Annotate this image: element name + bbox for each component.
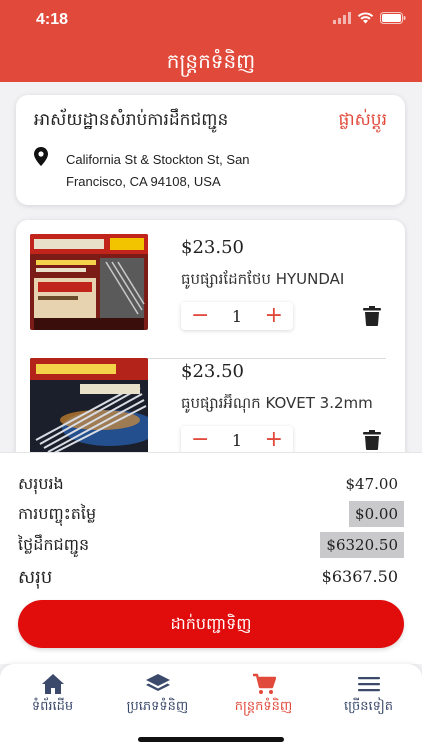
subtotal-label: សរុបរង: [18, 474, 64, 493]
tab-label: ទំព័រដើម: [31, 699, 74, 714]
wifi-icon: [357, 12, 374, 24]
delivery-value: $6320.50: [320, 532, 404, 558]
change-address-button[interactable]: ផ្លាស់ប្តូរ: [338, 109, 387, 134]
app-header: 4:18 កន្ត្រកទំនិញ: [0, 0, 422, 82]
total-row: សរុប $6367.50: [18, 563, 404, 591]
subtotal-value: $47.00: [345, 475, 399, 493]
quantity-value: 1: [231, 306, 243, 326]
address-line-1: California St & Stockton St, San: [66, 152, 250, 167]
quantity-stepper: − 1 +: [181, 302, 293, 330]
item-price: $23.50: [181, 237, 244, 258]
discount-value: $0.00: [349, 501, 404, 527]
trash-icon[interactable]: [363, 430, 381, 450]
status-bar: 4:18: [0, 0, 422, 40]
product-image[interactable]: [30, 358, 148, 454]
item-name: ធូបផ្សារដែកថែប HYUNDAI: [181, 270, 345, 288]
tab-label: ច្រើនទៀត: [343, 699, 393, 714]
tab-label: កន្ត្រកទំនិញ: [234, 699, 293, 714]
decrease-quantity-button[interactable]: −: [191, 305, 209, 327]
tab-home[interactable]: ទំព័រដើម: [0, 672, 105, 722]
menu-icon: [357, 677, 380, 692]
quantity-stepper: − 1 +: [181, 426, 293, 454]
address-line-2: Francisco, CA 94108, USA: [66, 174, 221, 189]
subtotal-row: សរុបរង $47.00: [18, 471, 404, 499]
place-order-button[interactable]: ដាក់បញ្ជាទិញ: [18, 600, 404, 648]
layers-icon: [145, 674, 170, 691]
shipping-address-text: California St & Stockton St, San Francis…: [66, 149, 296, 193]
tab-cart[interactable]: កន្ត្រកទំនិញ: [211, 672, 316, 722]
status-icons: [333, 12, 406, 24]
signal-icon: [333, 12, 351, 24]
tab-more[interactable]: ច្រើនទៀត: [316, 672, 421, 722]
shipping-address-title: អាស័យដ្ឋានសំរាប់ការដឹកជញ្ជូន: [34, 110, 229, 130]
cart-items-list: $23.50 ធូបផ្សារដែកថែប HYUNDAI − 1 + $23.…: [16, 220, 405, 480]
item-name: ធូបផ្សារអ៊ីណុក KOVET 3.2mm: [181, 394, 373, 412]
delivery-label: ថ្លៃដឹកជញ្ជូន: [18, 535, 90, 554]
increase-quantity-button[interactable]: +: [265, 429, 283, 451]
shipping-address-card: អាស័យដ្ឋានសំរាប់ការដឹកជញ្ជូន ផ្លាស់ប្តូរ…: [16, 95, 405, 205]
location-pin-icon: [34, 147, 48, 166]
item-price: $23.50: [181, 361, 244, 382]
home-indicator: [138, 737, 284, 742]
tab-categories[interactable]: ប្រភេទទំនិញ: [105, 672, 210, 722]
discount-label: ការបញ្ចុះតម្លៃ: [18, 504, 97, 523]
battery-icon: [380, 12, 406, 24]
discount-row: ការបញ្ចុះតម្លៃ $0.00: [18, 501, 404, 529]
total-value: $6367.50: [321, 567, 398, 586]
trash-icon[interactable]: [363, 306, 381, 326]
delivery-row: ថ្លៃដឹកជញ្ជូន $6320.50: [18, 532, 404, 560]
decrease-quantity-button[interactable]: −: [191, 429, 209, 451]
status-time: 4:18: [36, 11, 69, 28]
product-image[interactable]: [30, 234, 148, 330]
tab-label: ប្រភេទទំនិញ: [126, 699, 189, 714]
cart-icon: [252, 673, 276, 694]
page-title: កន្ត្រកទំនិញ: [166, 49, 256, 73]
cart-item: $23.50 ធូបផ្សារដែកថែប HYUNDAI − 1 +: [16, 234, 405, 359]
total-label: សរុប: [18, 567, 53, 588]
home-icon: [41, 674, 64, 694]
quantity-value: 1: [231, 430, 243, 450]
increase-quantity-button[interactable]: +: [265, 305, 283, 327]
